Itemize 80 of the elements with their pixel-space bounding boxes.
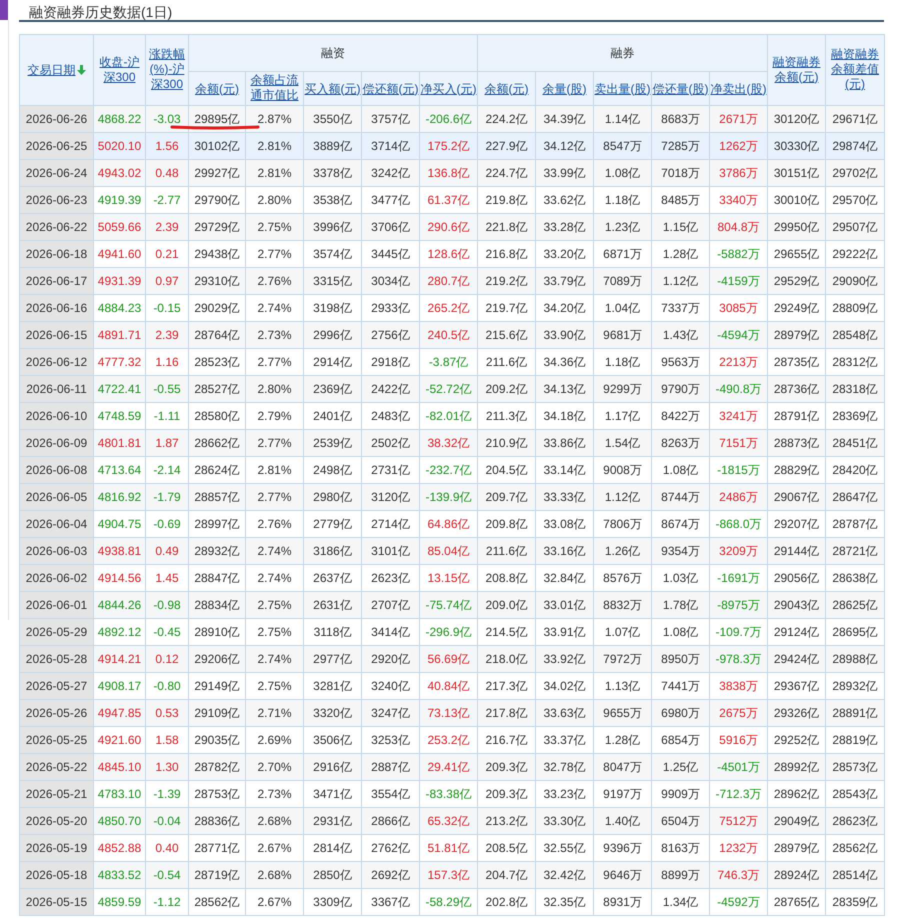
table-row[interactable]: 2026-05-21 4783.10 -1.39 28753亿 2.73% 3471亿 3554亿 -83.38亿 209.3亿 33.23亿 9197万 9909万 -712.3万 28962亿 28543亿 [20,780,884,808]
table-cell: 3309亿 [304,888,362,916]
date-cell: 2026-06-15 [20,322,94,348]
table-row[interactable]: 2026-06-04 4904.75 -0.69 28997亿 2.76% 2779亿 2714亿 64.86亿 209.8亿 33.08亿 7806万 8674万 -868.0万 29207亿 28787亿 [20,510,884,538]
date-cell: 2026-06-11 [20,376,94,402]
date-cell: 2026-06-04 [20,510,94,538]
date-cell: 2026-05-21 [20,780,94,808]
table-cell: -1.12 [146,888,188,916]
date-cell: 2026-06-10 [20,402,94,430]
date-cell: 2026-05-29 [20,618,94,646]
date-cell: 2026-06-16 [20,294,94,322]
date-cell: 2026-06-22 [20,214,94,240]
table-row[interactable]: 2026-06-05 4816.92 -1.79 28857亿 2.77% 2980亿 3120亿 -139.9亿 209.7亿 33.33亿 1.12亿 8744万 2486万 29067亿 28647亿 [20,484,884,510]
table-row[interactable]: 2026-06-17 4931.39 0.97 29310亿 2.76% 3315亿 3034亿 280.7亿 219.2亿 33.79亿 7089万 1.12亿 -4159万 29529亿 29090亿 [20,268,884,294]
column-header-link[interactable]: 交易日期 [28,63,86,78]
table-row[interactable]: 2026-05-27 4908.17 -0.80 29149亿 2.75% 3281亿 3240亿 40.84亿 217.3亿 34.02亿 1.13亿 7441万 3838万 29367亿 28932亿 [20,672,884,700]
date-cell: 2026-05-25 [20,726,94,754]
date-cell: 2026-05-20 [20,808,94,834]
table-cell: 28765亿 [768,888,826,916]
date-cell: 2026-05-19 [20,834,94,862]
date-cell: 2026-06-12 [20,348,94,376]
table-cell: 3367亿 [362,888,420,916]
table-cell: 28359亿 [826,888,884,916]
table-cell: 28562亿 [188,888,246,916]
table-cell: -4592万 [710,888,768,916]
date-cell: 2026-06-24 [20,160,94,186]
table-row[interactable]: 2026-06-02 4914.56 1.45 28847亿 2.74% 2637亿 2623亿 13.15亿 208.8亿 32.84亿 8576万 1.03亿 -1691万 29056亿 28638亿 [20,564,884,592]
date-cell: 2026-06-03 [20,538,94,564]
table-row[interactable]: 2026-05-28 4914.21 0.12 29206亿 2.74% 2977亿 2920亿 56.69亿 218.0亿 33.92亿 7972万 8950万 -978.3万 29424亿 28988亿 [20,646,884,672]
table-cell: 8931万 [594,888,652,916]
date-cell: 2026-05-26 [20,700,94,726]
table-row[interactable]: 2026-05-19 4852.88 0.40 28771亿 2.67% 2814亿 2762亿 51.81亿 208.5亿 32.55亿 9396万 8163万 1232万 28979亿 28562亿 [20,834,884,862]
date-cell: 2026-06-25 [20,132,94,160]
table-cell: 1.34亿 [652,888,710,916]
sort-down-icon[interactable] [76,65,86,75]
table-row[interactable]: 2026-05-20 4850.70 -0.04 28836亿 2.68% 2931亿 2866亿 65.32亿 213.2亿 33.30亿 1.40亿 6504万 7512万 29049亿 28623亿 [20,808,884,834]
table-row[interactable]: 2026-06-24 4943.02 0.48 29927亿 2.81% 3378亿 3242亿 136.8亿 224.7亿 33.99亿 1.08亿 7018万 3786万 30151亿 29702亿 [20,160,884,186]
date-cell: 2026-05-28 [20,646,94,672]
table-row[interactable]: 2026-06-01 4844.26 -0.98 28834亿 2.75% 2631亿 2707亿 -75.74亿 209.0亿 33.01亿 8832万 1.78亿 -8975万 29043亿 28625亿 [20,592,884,618]
table-cell: 4859.59 [94,888,146,916]
table-row[interactable]: 2026-06-10 4748.59 -1.11 28580亿 2.79% 2401亿 2483亿 -82.01亿 211.3亿 34.18亿 1.17亿 8422万 3241万 28791亿 28369亿 [20,402,884,430]
date-cell: 2026-05-22 [20,754,94,780]
table-row[interactable]: 2026-05-15 4859.59 -1.12 28562亿 2.67% 3309亿 3367亿 -58.29亿 202.8亿 32.35亿 8931万 1.34亿 -4592万 28765亿 28359亿 [20,888,884,916]
table-row[interactable]: 2026-06-09 4801.81 1.87 28662亿 2.77% 2539亿 2502亿 38.32亿 210.9亿 33.86亿 1.54亿 8263万 7151万 28873亿 28451亿 [20,430,884,456]
table-cell: 2.67% [246,888,304,916]
date-cell: 2026-06-01 [20,592,94,618]
date-cell: 2026-06-18 [20,240,94,268]
date-cell: 2026-05-18 [20,862,94,888]
table-row[interactable]: 2026-06-18 4941.60 0.21 29438亿 2.77% 3574亿 3445亿 128.6亿 216.8亿 33.20亿 6871万 1.28亿 -5882万 29655亿 29222亿 [20,240,884,268]
date-cell: 2026-05-15 [20,888,94,916]
table-cell: 32.35亿 [536,888,594,916]
table-row[interactable]: 2026-06-03 4938.81 0.49 28932亿 2.74% 3186亿 3101亿 85.04亿 211.6亿 33.16亿 1.26亿 9354万 3209万 29144亿 28721亿 [20,538,884,564]
date-cell: 2026-06-26 [20,106,94,132]
group-header: 融资 [188,34,478,72]
tab-marker [0,0,8,20]
table-row[interactable]: 2026-05-29 4892.12 -0.45 28910亿 2.75% 3118亿 3414亿 -296.9亿 214.5亿 33.91亿 1.07亿 1.08亿 -109.7万 29124亿 28695亿 [20,618,884,646]
table-row[interactable]: 2026-06-11 4722.41 -0.55 28527亿 2.80% 2369亿 2422亿 -52.72亿 209.2亿 34.13亿 9299万 9790万 -490.8万 28736亿 28318亿 [20,376,884,402]
table-row[interactable]: 2026-06-22 5059.66 2.39 29729亿 2.75% 3996亿 3706亿 290.6亿 221.8亿 33.28亿 1.23亿 1.15亿 804.8万 29950亿 29507亿 [20,214,884,240]
table-row[interactable]: 2026-06-25 5020.10 1.56 30102亿 2.81% 3889亿 3714亿 175.2亿 227.9亿 34.12亿 8547万 7285万 1262万 30330亿 29874亿 [20,132,884,160]
table-row[interactable]: 2026-06-16 4884.23 -0.15 29029亿 2.74% 3198亿 2933亿 265.2亿 219.7亿 34.20亿 1.04亿 7337万 3085万 29249亿 28809亿 [20,294,884,322]
section-title: 融资融券历史数据(1日) [29,4,172,20]
table-row[interactable]: 2026-06-15 4891.71 2.39 28764亿 2.73% 2996亿 2756亿 240.5亿 215.6亿 33.90亿 9681万 1.43亿 -4594万 28979亿 28548亿 [20,322,884,348]
date-cell: 2026-05-27 [20,672,94,700]
table-row[interactable]: 2026-05-18 4833.52 -0.54 28719亿 2.68% 2850亿 2692亿 157.3亿 204.7亿 32.42亿 9646万 8899万 746.3万 28924亿 28514亿 [20,862,884,888]
table-row[interactable]: 2026-05-25 4921.60 1.58 29035亿 2.69% 3506亿 3253亿 253.2亿 216.7亿 33.37亿 1.28亿 6854万 5916万 29252亿 28819亿 [20,726,884,754]
date-cell: 2026-06-17 [20,268,94,294]
date-cell: 2026-06-08 [20,456,94,484]
group-header: 融券 [478,34,768,72]
table-row[interactable]: 2026-05-26 4947.85 0.53 29109亿 2.71% 3320亿 3247亿 73.13亿 217.8亿 33.63亿 9655万 6980万 2675万 29326亿 28891亿 [20,700,884,726]
table-row[interactable]: 2026-06-12 4777.32 1.16 28523亿 2.77% 2914亿 2918亿 -3.87亿 211.6亿 34.36亿 1.18亿 9563万 2213万 28735亿 28312亿 [20,348,884,376]
table-row[interactable]: 2026-06-23 4919.39 -2.77 29790亿 2.80% 3538亿 3477亿 61.37亿 219.8亿 33.62亿 1.18亿 8485万 3340万 30010亿 29570亿 [20,186,884,214]
table-cell: -58.29亿 [420,888,478,916]
date-cell: 2026-06-09 [20,430,94,456]
table-row[interactable]: 2026-05-22 4845.10 1.30 28782亿 2.70% 2916亿 2887亿 29.41亿 209.3亿 32.78亿 8047万 1.25亿 -4501万 28992亿 28573亿 [20,754,884,780]
date-cell: 2026-06-05 [20,484,94,510]
table-cell: 202.8亿 [478,888,536,916]
table-row[interactable]: 2026-06-08 4713.64 -2.14 28624亿 2.81% 2498亿 2731亿 -232.7亿 204.5亿 33.14亿 9008万 1.08亿 -1815万 28829亿 28420亿 [20,456,884,484]
date-cell: 2026-06-23 [20,186,94,214]
date-cell: 2026-06-02 [20,564,94,592]
table-row[interactable]: 2026-06-26 4868.22 -3.03 29895亿 2.87% 3550亿 3757亿 -206.6亿 224.2亿 34.39亿 1.14亿 8683万 2671万 30120亿 29671亿 [20,106,884,132]
